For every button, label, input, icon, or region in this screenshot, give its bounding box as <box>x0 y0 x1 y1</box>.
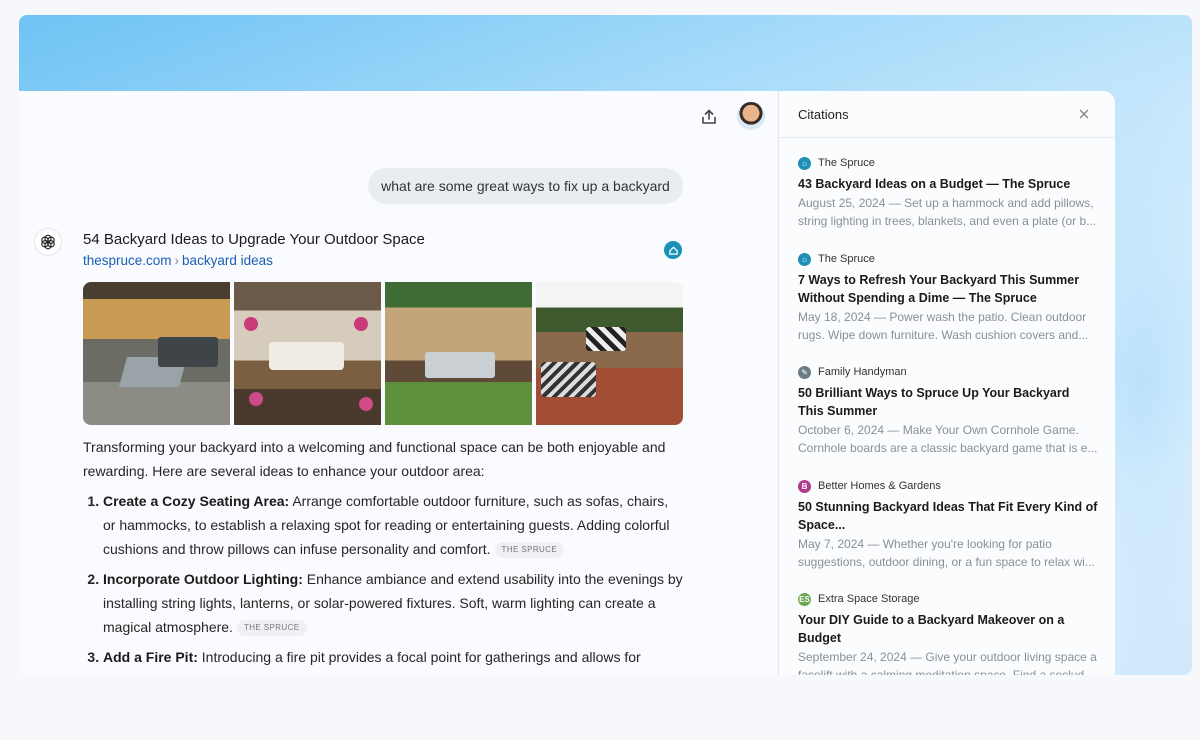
chat-window: what are some great ways to fix up a bac… <box>19 91 1115 675</box>
citation-item[interactable]: ✎ Family Handyman 50 Brilliant Ways to Spr… <box>798 364 1098 457</box>
answer-item: Create a Cozy Seating Area: Arrange comf… <box>103 489 683 561</box>
chat-pane: what are some great ways to fix up a bac… <box>19 91 779 675</box>
result-image[interactable] <box>234 282 381 425</box>
source-favicon-icon: ⌂ <box>798 252 811 266</box>
citation-title[interactable]: 7 Ways to Refresh Your Backyard This Sum… <box>798 271 1098 307</box>
citation-source: ⌂ The Spruce <box>798 251 1098 267</box>
citation-snippet: May 7, 2024 — Whether you're looking for… <box>798 537 1095 569</box>
user-avatar[interactable] <box>737 102 765 130</box>
citation-title[interactable]: 50 Stunning Backyard Ideas That Fit Ever… <box>798 498 1098 534</box>
citation-source-name: Extra Space Storage <box>818 593 920 605</box>
citation-snippet: May 18, 2024 — Power wash the patio. Cle… <box>798 310 1089 342</box>
citation-source: ✎ Family Handyman <box>798 364 1098 380</box>
citation-source: B Better Homes & Gardens <box>798 478 1098 494</box>
citation-item[interactable]: ⌂ The Spruce 43 Backyard Ideas on a Budget… <box>798 155 1098 230</box>
answer-intro: Transforming your backyard into a welcom… <box>83 439 666 479</box>
result-image-strip <box>83 282 683 425</box>
result-image[interactable] <box>385 282 532 425</box>
answer-item-heading: Create a Cozy Seating Area: <box>103 493 290 509</box>
answer-item: Add a Fire Pit: Introducing a fire pit p… <box>103 645 683 675</box>
share-icon[interactable] <box>697 105 721 129</box>
citations-divider <box>779 137 1115 138</box>
result-path[interactable]: backyard ideas <box>182 253 273 268</box>
citation-source: ⌂ The Spruce <box>798 155 1098 171</box>
citation-item[interactable]: ES Extra Space Storage Your DIY Guide to a… <box>798 591 1098 675</box>
result-domain[interactable]: thespruce.com <box>83 253 172 268</box>
answer-item: Incorporate Outdoor Lighting: Enhance am… <box>103 567 683 639</box>
citation-item[interactable]: B Better Homes & Gardens 50 Stunning Backy… <box>798 478 1098 571</box>
citation-snippet: September 24, 2024 — Give your outdoor l… <box>798 650 1097 675</box>
answer-item-heading: Incorporate Outdoor Lighting: <box>103 571 303 587</box>
citation-source-name: The Spruce <box>818 253 875 265</box>
source-favicon-icon: B <box>798 479 811 493</box>
citation-snippet: October 6, 2024 — Make Your Own Cornhole… <box>798 423 1098 455</box>
citation-title[interactable]: Your DIY Guide to a Backyard Makeover on… <box>798 611 1098 647</box>
user-message: what are some great ways to fix up a bac… <box>368 168 683 204</box>
citation-title[interactable]: 50 Brilliant Ways to Spruce Up Your Back… <box>798 384 1098 420</box>
assistant-answer: Transforming your backyard into a welcom… <box>83 435 683 675</box>
result-breadcrumb[interactable]: thespruce.com › backyard ideas <box>83 253 273 268</box>
citation-chip[interactable]: THE SPRUCE <box>494 542 565 559</box>
citation-source: ES Extra Space Storage <box>798 591 1098 607</box>
result-title[interactable]: 54 Backyard Ideas to Upgrade Your Outdoo… <box>83 231 425 248</box>
assistant-logo-icon <box>34 228 62 256</box>
source-favicon-icon: ✎ <box>798 365 811 379</box>
the-spruce-favicon-icon <box>664 241 682 259</box>
breadcrumb-separator-icon: › <box>174 253 180 268</box>
citations-header: Citations <box>798 107 849 122</box>
citation-title[interactable]: 43 Backyard Ideas on a Budget — The Spru… <box>798 175 1098 193</box>
result-image[interactable] <box>83 282 230 425</box>
citation-source-name: Better Homes & Gardens <box>818 480 941 492</box>
citation-source-name: The Spruce <box>818 157 875 169</box>
citations-panel: Citations ⌂ The Spruce 43 Backyard Ideas o… <box>779 91 1115 675</box>
citation-item[interactable]: ⌂ The Spruce 7 Ways to Refresh Your Backya… <box>798 251 1098 344</box>
close-icon[interactable] <box>1077 107 1091 121</box>
citation-chip[interactable]: THE SPRUCE <box>236 620 307 637</box>
answer-item-heading: Add a Fire Pit: <box>103 649 198 665</box>
source-favicon-icon: ES <box>798 592 811 606</box>
citation-snippet: August 25, 2024 — Set up a hammock and a… <box>798 196 1097 228</box>
answer-list: Create a Cozy Seating Area: Arrange comf… <box>83 489 683 675</box>
citation-source-name: Family Handyman <box>818 366 907 378</box>
source-favicon-icon: ⌂ <box>798 156 811 170</box>
result-image[interactable] <box>536 282 683 425</box>
